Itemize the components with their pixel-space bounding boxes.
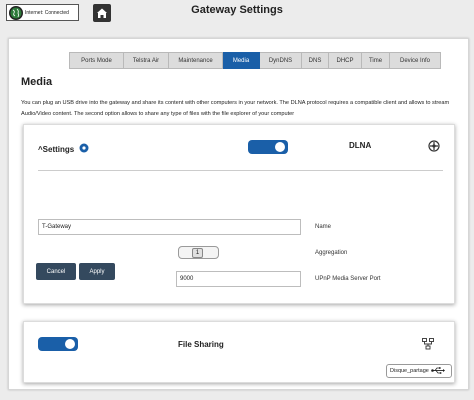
tab-telstra-air[interactable]: Telstra Air: [124, 52, 169, 69]
tab-dhcp[interactable]: DHCP: [329, 52, 362, 69]
toggle-knob: [275, 142, 285, 152]
usb-icon: [431, 366, 445, 376]
settings-label: ^Settings: [38, 144, 75, 154]
dlna-label: DLNA: [349, 141, 372, 150]
dlna-icon: [428, 139, 440, 157]
file-sharing-label: File Sharing: [178, 340, 224, 349]
file-sharing-card: File Sharing Disque_partage: [23, 321, 455, 383]
section-title: Media: [21, 76, 53, 88]
aggregation-label: Aggregation: [315, 250, 348, 256]
file-sharing-toggle[interactable]: [38, 337, 78, 351]
divider: [38, 170, 443, 171]
port-label: UPnP Media Server Port: [315, 276, 381, 282]
toggle-knob: [65, 339, 75, 349]
gear-icon: [79, 143, 89, 155]
tab-time[interactable]: Time: [362, 52, 390, 69]
tab-device-info[interactable]: Device Info: [390, 52, 441, 69]
section-description: You can plug an USB drive into the gatew…: [21, 100, 450, 117]
tab-media[interactable]: Media: [223, 52, 260, 69]
dlna-enable-toggle[interactable]: [248, 140, 288, 154]
tab-ports-mode[interactable]: Ports Mode: [69, 52, 124, 69]
network-icon: [422, 337, 434, 355]
aggregation-value: 1: [192, 248, 203, 258]
tab-dns[interactable]: DNS: [302, 52, 329, 69]
settings-header[interactable]: ^Settings: [38, 143, 89, 155]
device-name-label: Name: [315, 224, 332, 230]
tab-maintenance[interactable]: Maintenance: [169, 52, 223, 69]
cancel-button[interactable]: Cancel: [36, 263, 76, 280]
apply-button[interactable]: Apply: [79, 263, 115, 280]
page-title: Gateway Settings: [191, 4, 283, 16]
aggregation-toggle[interactable]: 1: [178, 246, 219, 259]
main-panel: Ports Mode Telstra Air Maintenance Media…: [8, 38, 469, 390]
tab-bar: Ports Mode Telstra Air Maintenance Media…: [69, 52, 441, 69]
share-name: Disque_partage: [390, 368, 429, 374]
device-name-input[interactable]: T-Gateway: [38, 219, 301, 235]
share-name-badge[interactable]: Disque_partage: [386, 364, 452, 378]
tab-dyndns[interactable]: DynDNS: [260, 52, 302, 69]
port-input[interactable]: 9000: [176, 271, 301, 287]
